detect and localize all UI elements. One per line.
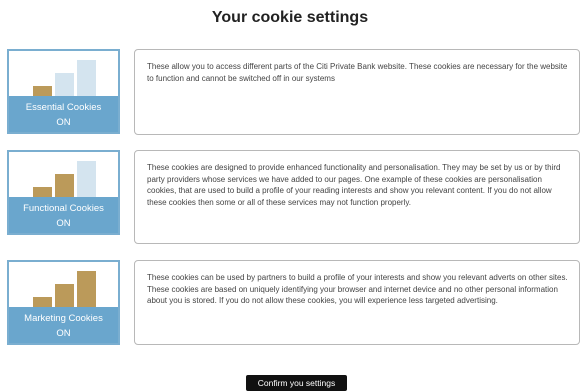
category-label: Marketing Cookies xyxy=(24,313,103,324)
bar-2 xyxy=(55,284,74,309)
category-description: These cookies are designed to provide en… xyxy=(134,150,580,244)
category-state: ON xyxy=(56,218,71,229)
category-description: These allow you to access different part… xyxy=(134,49,580,135)
essential-cookies-toggle[interactable]: Essential Cookies ON xyxy=(7,49,120,134)
page-title: Your cookie settings xyxy=(211,9,369,26)
bar-2 xyxy=(55,73,74,98)
bar-3 xyxy=(77,271,96,309)
category-state: ON xyxy=(56,328,71,339)
confirm-settings-button[interactable]: Confirm you settings xyxy=(246,375,347,391)
marketing-cookies-toggle[interactable]: Marketing Cookies ON xyxy=(7,260,120,345)
bar-3 xyxy=(77,161,96,199)
category-label: Functional Cookies xyxy=(23,203,104,214)
category-state: ON xyxy=(56,117,71,128)
category-label: Essential Cookies xyxy=(25,102,102,113)
functional-cookies-toggle[interactable]: Functional Cookies ON xyxy=(7,150,120,235)
bar-3 xyxy=(77,60,96,98)
bar-2 xyxy=(55,174,74,199)
category-description: These cookies can be used by partners to… xyxy=(134,260,580,345)
